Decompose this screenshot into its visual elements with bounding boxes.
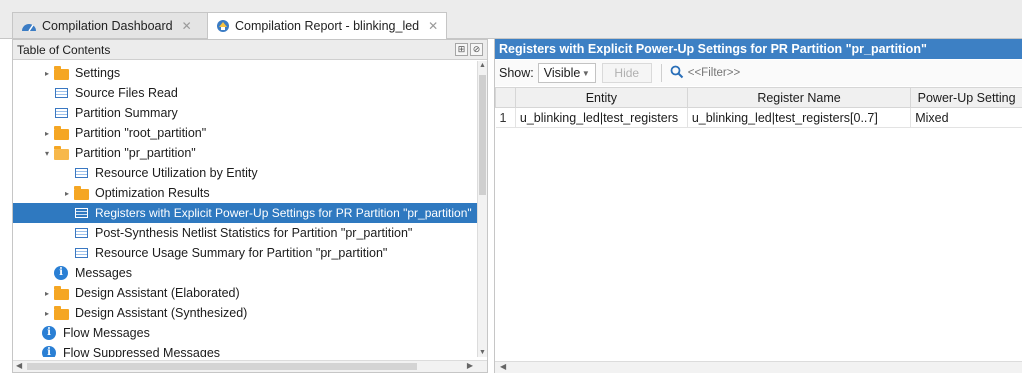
toc-tree: ▸ Settings Source Files Read Partition S… (13, 61, 477, 357)
toc-item-optimization-results[interactable]: ▸ Optimization Results (13, 183, 477, 203)
toc-item-flow-suppressed-messages[interactable]: i Flow Suppressed Messages (13, 343, 477, 357)
show-label: Show: (499, 66, 534, 80)
toc-item-messages[interactable]: i Messages (13, 263, 477, 283)
scroll-left-icon[interactable]: ◀ (16, 361, 22, 370)
toc-item-label: Settings (75, 66, 121, 80)
show-dropdown[interactable]: Visible ▼ (537, 63, 596, 83)
search-icon (670, 65, 684, 82)
toc-item-label: Optimization Results (95, 186, 210, 200)
report-horizontal-scrollbar[interactable]: ◀ (495, 361, 1022, 373)
toc-item-label: Resource Utilization by Entity (95, 166, 258, 180)
scrollbar-thumb[interactable] (479, 75, 486, 195)
column-header-register-name[interactable]: Register Name (686, 87, 912, 108)
column-header-row-number[interactable] (495, 87, 516, 108)
folder-icon (53, 285, 69, 300)
scroll-down-icon[interactable]: ▼ (478, 349, 487, 356)
column-header-entity[interactable]: Entity (514, 87, 688, 108)
toc-item-root-partition[interactable]: ▸ Partition "root_partition" (13, 123, 477, 143)
toc-item-settings[interactable]: ▸ Settings (13, 63, 477, 83)
tab-label: Compilation Dashboard (42, 18, 173, 33)
toc-item-label: Partition Summary (75, 106, 178, 120)
toc-item-label: Source Files Read (75, 86, 178, 100)
toc-item-registers-power-up[interactable]: Registers with Explicit Power-Up Setting… (13, 203, 477, 223)
table-row[interactable]: 1 u_blinking_led|test_registers u_blinki… (495, 107, 1022, 128)
toc-vertical-scrollbar[interactable]: ▲ ▼ (477, 61, 487, 357)
hide-button[interactable]: Hide (601, 63, 652, 83)
toc-item-partition-summary[interactable]: Partition Summary (13, 103, 477, 123)
toc-item-label: Resource Usage Summary for Partition "pr… (95, 246, 388, 260)
toc-item-label: Post-Synthesis Netlist Statistics for Pa… (95, 226, 413, 240)
report-title: Registers with Explicit Power-Up Setting… (495, 39, 1022, 59)
toc-item-label: Messages (75, 266, 132, 280)
report-table: Entity Register Name Power-Up Setting 1 … (495, 87, 1022, 128)
table-header-row: Entity Register Name Power-Up Setting (495, 87, 1022, 108)
tab-compilation-dashboard[interactable]: Compilation Dashboard ✕ (12, 12, 208, 38)
pin-icon[interactable]: ⊞ (455, 43, 468, 56)
toc-item-flow-messages[interactable]: i Flow Messages (13, 323, 477, 343)
toc-item-design-assistant-synthesized[interactable]: ▸ Design Assistant (Synthesized) (13, 303, 477, 323)
expand-arrow-icon[interactable]: ▸ (41, 289, 53, 298)
column-header-power-up-setting[interactable]: Power-Up Setting (910, 87, 1022, 108)
tab-compilation-report[interactable]: Compilation Report - blinking_led ✕ (207, 12, 447, 39)
toc-title: Table of Contents (17, 43, 111, 57)
scroll-right-icon[interactable]: ▶ (467, 361, 473, 370)
table-of-contents-panel: Table of Contents ⊞ ⊘ ▸ Settings Source … (12, 39, 488, 373)
report-toolbar: Show: Visible ▼ Hide (495, 60, 1022, 86)
row-number-cell: 1 (495, 107, 516, 128)
table-icon (73, 246, 89, 260)
register-name-cell: u_blinking_led|test_registers[0..7] (687, 107, 912, 128)
expand-arrow-icon[interactable]: ▸ (41, 309, 53, 318)
tab-bar: Compilation Dashboard ✕ Compilation Repo… (0, 0, 1022, 39)
toc-item-label: Partition "pr_partition" (75, 146, 196, 160)
toc-item-resource-utilization[interactable]: Resource Utilization by Entity (13, 163, 477, 183)
toc-item-resource-usage-summary[interactable]: Resource Usage Summary for Partition "pr… (13, 243, 477, 263)
entity-cell: u_blinking_led|test_registers (515, 107, 688, 128)
toc-item-label: Flow Suppressed Messages (63, 346, 221, 357)
expand-arrow-icon[interactable]: ▸ (41, 69, 53, 78)
info-icon: i (53, 266, 69, 280)
table-icon (53, 106, 69, 120)
toc-item-pr-partition[interactable]: ▾ Partition "pr_partition" (13, 143, 477, 163)
toc-header: Table of Contents ⊞ ⊘ (13, 40, 487, 60)
info-icon: i (41, 346, 57, 357)
folder-icon (53, 305, 69, 320)
folder-icon (53, 125, 69, 140)
close-icon[interactable]: ✕ (428, 19, 438, 33)
scroll-up-icon[interactable]: ▲ (478, 62, 487, 69)
chevron-down-icon: ▼ (581, 68, 590, 78)
filter-box[interactable] (670, 63, 1010, 83)
table-icon (53, 86, 69, 100)
toc-item-label: Flow Messages (63, 326, 150, 340)
table-icon (73, 226, 89, 240)
scroll-left-icon[interactable]: ◀ (500, 362, 506, 371)
open-folder-icon (53, 145, 69, 160)
folder-icon (53, 65, 69, 80)
toc-item-label: Design Assistant (Elaborated) (75, 286, 240, 300)
toc-item-label: Design Assistant (Synthesized) (75, 306, 248, 320)
scrollbar-thumb[interactable] (27, 363, 417, 370)
expand-arrow-icon[interactable]: ▸ (41, 129, 53, 138)
power-up-setting-cell: Mixed (910, 107, 1022, 128)
toc-item-label: Partition "root_partition" (75, 126, 207, 140)
info-icon: i (41, 326, 57, 340)
toc-horizontal-scrollbar[interactable]: ◀ ▶ (13, 360, 487, 372)
dashboard-icon (21, 19, 37, 33)
report-icon (216, 19, 230, 33)
folder-icon (73, 185, 89, 200)
toc-item-design-assistant-elaborated[interactable]: ▸ Design Assistant (Elaborated) (13, 283, 477, 303)
toc-item-post-synthesis-netlist[interactable]: Post-Synthesis Netlist Statistics for Pa… (13, 223, 477, 243)
table-icon (73, 206, 89, 220)
expand-arrow-icon[interactable]: ▸ (61, 189, 73, 198)
report-panel: Registers with Explicit Power-Up Setting… (494, 39, 1022, 373)
filter-input[interactable] (687, 67, 988, 79)
toc-item-label: Registers with Explicit Power-Up Setting… (95, 206, 472, 220)
tab-label: Compilation Report - blinking_led (235, 19, 420, 33)
collapse-arrow-icon[interactable]: ▾ (41, 149, 53, 158)
show-value: Visible (543, 66, 581, 80)
table-icon (73, 166, 89, 180)
toc-item-source-files-read[interactable]: Source Files Read (13, 83, 477, 103)
restore-icon[interactable]: ⊘ (470, 43, 483, 56)
toolbar-separator (660, 64, 662, 82)
close-icon[interactable]: ✕ (182, 19, 192, 33)
